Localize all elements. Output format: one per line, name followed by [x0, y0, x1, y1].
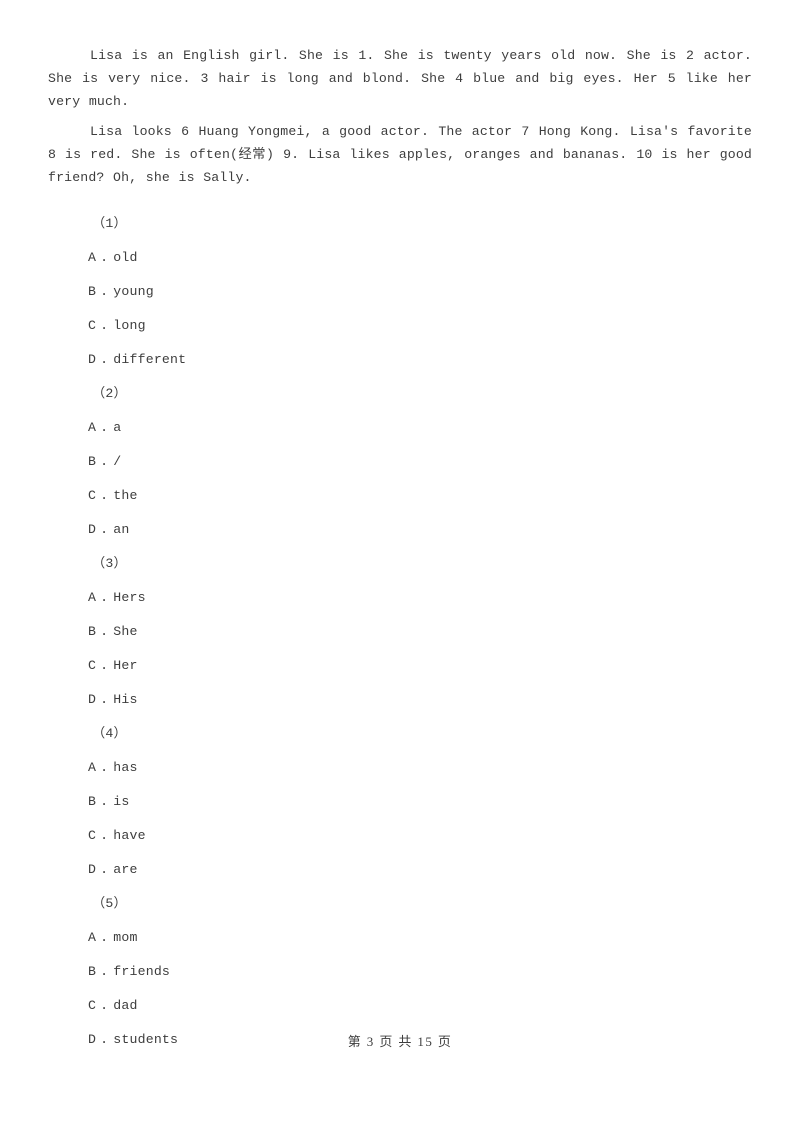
- option-row[interactable]: A. a: [48, 411, 752, 445]
- option-separator: .: [100, 284, 109, 299]
- option-row[interactable]: B. friends: [48, 955, 752, 989]
- option-text: the: [113, 488, 138, 503]
- question-block: （1） A. old B. young C. long D. different: [48, 207, 752, 377]
- question-block: （3） A. Hers B. She C. Her D. His: [48, 547, 752, 717]
- option-row[interactable]: D. are: [48, 853, 752, 887]
- question-number: （4）: [92, 726, 127, 741]
- option-separator: .: [100, 420, 109, 435]
- option-row[interactable]: C. the: [48, 479, 752, 513]
- option-row[interactable]: C. have: [48, 819, 752, 853]
- question-number: （1）: [92, 216, 127, 231]
- option-text: /: [113, 454, 122, 469]
- option-separator: .: [100, 828, 109, 843]
- option-text: Hers: [113, 590, 146, 605]
- option-letter: B: [88, 284, 97, 299]
- option-row[interactable]: C. Her: [48, 649, 752, 683]
- option-row[interactable]: D. His: [48, 683, 752, 717]
- option-separator: .: [100, 624, 109, 639]
- option-text: young: [113, 284, 154, 299]
- option-row[interactable]: C. long: [48, 309, 752, 343]
- page-footer: 第 3 页 共 15 页: [347, 1034, 453, 1049]
- option-letter: B: [88, 794, 97, 809]
- option-separator: .: [100, 250, 109, 265]
- option-text: old: [113, 250, 138, 265]
- option-text: an: [113, 522, 130, 537]
- option-row[interactable]: C. dad: [48, 989, 752, 1023]
- passage-paragraph-2: Lisa looks 6 Huang Yongmei, a good actor…: [48, 124, 752, 185]
- option-letter: A: [88, 420, 97, 435]
- option-text: is: [113, 794, 130, 809]
- option-row[interactable]: A. Hers: [48, 581, 752, 615]
- option-separator: .: [100, 692, 109, 707]
- option-letter: A: [88, 250, 97, 265]
- option-text: have: [113, 828, 146, 843]
- passage-paragraph-1: Lisa is an English girl. She is 1. She i…: [48, 48, 752, 109]
- option-letter: D: [88, 522, 97, 537]
- option-separator: .: [100, 454, 109, 469]
- option-row[interactable]: B. young: [48, 275, 752, 309]
- option-row[interactable]: A. old: [48, 241, 752, 275]
- option-letter: D: [88, 692, 97, 707]
- option-text: She: [113, 624, 138, 639]
- option-letter: A: [88, 590, 97, 605]
- option-text: a: [113, 420, 122, 435]
- option-text: Her: [113, 658, 138, 673]
- option-separator: .: [100, 522, 109, 537]
- option-separator: .: [100, 862, 109, 877]
- option-letter: D: [88, 862, 97, 877]
- option-letter: B: [88, 964, 97, 979]
- option-separator: .: [100, 658, 109, 673]
- option-letter: C: [88, 318, 97, 333]
- option-letter: D: [88, 352, 97, 367]
- option-letter: C: [88, 488, 97, 503]
- page-content: Lisa is an English girl. She is 1. She i…: [48, 44, 752, 1057]
- option-row[interactable]: A. has: [48, 751, 752, 785]
- option-row[interactable]: B. is: [48, 785, 752, 819]
- option-separator: .: [100, 794, 109, 809]
- option-text: different: [113, 352, 187, 367]
- question-number: （5）: [92, 896, 127, 911]
- option-separator: .: [100, 318, 109, 333]
- option-row[interactable]: D. different: [48, 343, 752, 377]
- option-separator: .: [100, 488, 109, 503]
- option-separator: .: [100, 964, 109, 979]
- option-letter: C: [88, 998, 97, 1013]
- option-row[interactable]: A. mom: [48, 921, 752, 955]
- question-list: （1） A. old B. young C. long D. different （2）…: [48, 207, 752, 1057]
- question-block: （4） A. has B. is C. have D. are: [48, 717, 752, 887]
- option-text: long: [113, 318, 146, 333]
- option-letter: B: [88, 454, 97, 469]
- option-text: friends: [113, 964, 171, 979]
- option-letter: A: [88, 930, 97, 945]
- option-row[interactable]: B. She: [48, 615, 752, 649]
- option-text: His: [113, 692, 138, 707]
- option-text: mom: [113, 930, 138, 945]
- question-block: （2） A. a B. / C. the D. an: [48, 377, 752, 547]
- document-page: Lisa is an English girl. She is 1. She i…: [0, 0, 800, 1132]
- option-separator: .: [100, 930, 109, 945]
- question-number: （3）: [92, 556, 127, 571]
- option-separator: .: [100, 760, 109, 775]
- option-separator: .: [100, 998, 109, 1013]
- option-letter: C: [88, 658, 97, 673]
- option-row[interactable]: D. an: [48, 513, 752, 547]
- option-text: are: [113, 862, 138, 877]
- option-text: dad: [113, 998, 138, 1013]
- option-row[interactable]: B. /: [48, 445, 752, 479]
- option-separator: .: [100, 352, 109, 367]
- question-number: （2）: [92, 386, 127, 401]
- option-text: has: [113, 760, 138, 775]
- option-letter: B: [88, 624, 97, 639]
- option-separator: .: [100, 590, 109, 605]
- option-letter: C: [88, 828, 97, 843]
- option-letter: A: [88, 760, 97, 775]
